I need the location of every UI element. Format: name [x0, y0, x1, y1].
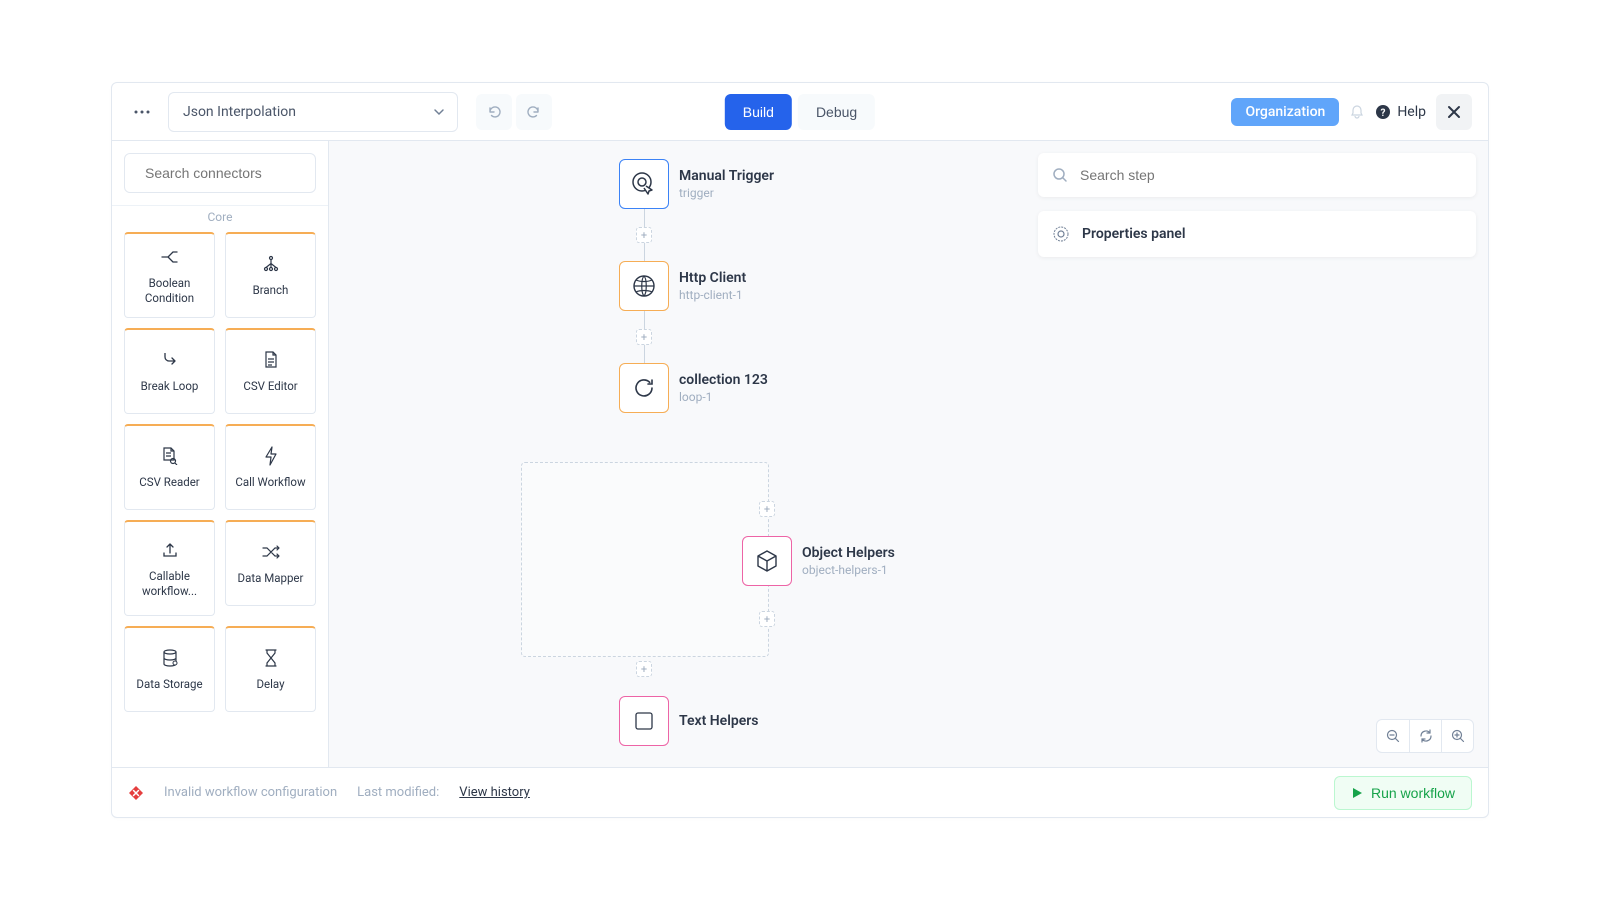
- branch-arrow-icon: [160, 246, 180, 268]
- run-workflow-label: Run workflow: [1371, 785, 1455, 801]
- properties-panel[interactable]: Properties panel: [1038, 211, 1476, 257]
- node-subtitle: http-client-1: [679, 288, 746, 302]
- redo-button[interactable]: [516, 94, 552, 130]
- connector-label: Boolean Condition: [131, 276, 208, 306]
- run-workflow-button[interactable]: Run workflow: [1334, 776, 1472, 810]
- debug-tab[interactable]: Debug: [798, 94, 875, 130]
- last-modified-label: Last modified:: [357, 785, 439, 800]
- connector-label: Callable workflow...: [131, 569, 208, 599]
- node-title: Http Client: [679, 270, 746, 286]
- view-history-link[interactable]: View history: [459, 785, 530, 800]
- connector-card[interactable]: Data Mapper: [225, 520, 316, 606]
- node-title: Manual Trigger: [679, 168, 774, 184]
- loop-container: [521, 462, 769, 657]
- add-step-button[interactable]: +: [759, 611, 775, 627]
- cube-icon: [742, 536, 792, 586]
- connector-card[interactable]: Call Workflow: [225, 424, 316, 510]
- add-step-button[interactable]: +: [636, 661, 652, 677]
- properties-panel-title: Properties panel: [1082, 226, 1185, 242]
- connector-label: Break Loop: [141, 379, 199, 394]
- text-icon: [619, 696, 669, 746]
- connector-label: Call Workflow: [235, 475, 305, 490]
- gear-icon: [1052, 225, 1070, 243]
- connectors-sidebar: Core Boolean Condition Branch Break Loop CS…: [112, 141, 329, 767]
- target-icon: [619, 159, 669, 209]
- connector-card[interactable]: Delay: [225, 626, 316, 712]
- doc-search-icon: [162, 445, 178, 467]
- zoom-in-button[interactable]: [1441, 720, 1473, 752]
- upload-icon: [162, 539, 178, 561]
- play-icon: [1351, 787, 1363, 799]
- shuffle-icon: [261, 541, 281, 563]
- close-button[interactable]: [1436, 94, 1472, 130]
- connector-card[interactable]: Boolean Condition: [124, 232, 215, 318]
- connector-card[interactable]: Branch: [225, 232, 316, 318]
- section-label-core: Core: [112, 205, 328, 232]
- connector-search[interactable]: [124, 153, 316, 193]
- chevron-down-icon: [433, 106, 445, 118]
- organization-badge[interactable]: Organization: [1231, 98, 1339, 126]
- connector-card[interactable]: CSV Reader: [124, 424, 215, 510]
- bolt-icon: [265, 445, 277, 467]
- node-title: Text Helpers: [679, 713, 759, 729]
- add-step-button[interactable]: +: [636, 227, 652, 243]
- svg-text:?: ?: [1381, 108, 1386, 119]
- connector-search-input[interactable]: [145, 165, 326, 181]
- node-subtitle: object-helpers-1: [802, 563, 895, 577]
- build-tab[interactable]: Build: [725, 94, 792, 130]
- node-subtitle: loop-1: [679, 390, 768, 404]
- doc-edit-icon: [264, 349, 278, 371]
- help-icon: ?: [1375, 104, 1391, 120]
- zoom-reset-button[interactable]: [1409, 720, 1441, 752]
- workflow-node[interactable]: Manual Trigger trigger: [619, 159, 919, 209]
- node-subtitle: trigger: [679, 186, 774, 200]
- search-icon: [1052, 167, 1068, 183]
- step-search[interactable]: [1038, 153, 1476, 197]
- globe-icon: [619, 261, 669, 311]
- node-text-helpers[interactable]: Text Helpers: [619, 696, 759, 746]
- help-label: Help: [1397, 104, 1426, 120]
- connector-label: CSV Editor: [243, 379, 297, 394]
- error-message: Invalid workflow configuration: [164, 785, 337, 800]
- connector-card[interactable]: Data Storage: [124, 626, 215, 712]
- return-icon: [161, 349, 179, 371]
- undo-button[interactable]: [476, 94, 512, 130]
- connector-label: Delay: [256, 677, 284, 692]
- zoom-out-button[interactable]: [1377, 720, 1409, 752]
- hourglass-icon: [265, 647, 277, 669]
- tree-icon: [262, 253, 280, 275]
- step-search-input[interactable]: [1080, 167, 1462, 183]
- add-step-button[interactable]: +: [636, 329, 652, 345]
- notifications-icon[interactable]: [1349, 104, 1365, 120]
- node-title: collection 123: [679, 372, 768, 388]
- workflow-node[interactable]: Http Client http-client-1: [619, 261, 919, 311]
- connector-label: Data Storage: [136, 677, 202, 692]
- error-icon: [128, 785, 144, 801]
- connector-label: CSV Reader: [139, 475, 199, 490]
- workflow-selector[interactable]: Json Interpolation: [168, 92, 458, 132]
- connector-label: Branch: [253, 283, 289, 298]
- connector-label: Data Mapper: [238, 571, 304, 586]
- workflow-canvas[interactable]: Manual Trigger trigger + Http Client http-cl…: [329, 141, 1488, 767]
- database-icon: [162, 647, 178, 669]
- node-title: Object Helpers: [802, 545, 895, 561]
- zoom-controls: [1376, 719, 1474, 753]
- add-step-button[interactable]: +: [759, 501, 775, 517]
- more-menu-button[interactable]: [128, 98, 156, 126]
- connector-card[interactable]: CSV Editor: [225, 328, 316, 414]
- workflow-name-label: Json Interpolation: [183, 104, 296, 120]
- workflow-node[interactable]: collection 123 loop-1: [619, 363, 919, 413]
- connector-card[interactable]: Callable workflow...: [124, 520, 215, 616]
- node-object-helpers[interactable]: Object Helpers object-helpers-1: [742, 536, 895, 586]
- loop-icon: [619, 363, 669, 413]
- connector-card[interactable]: Break Loop: [124, 328, 215, 414]
- help-button[interactable]: ? Help: [1375, 104, 1426, 120]
